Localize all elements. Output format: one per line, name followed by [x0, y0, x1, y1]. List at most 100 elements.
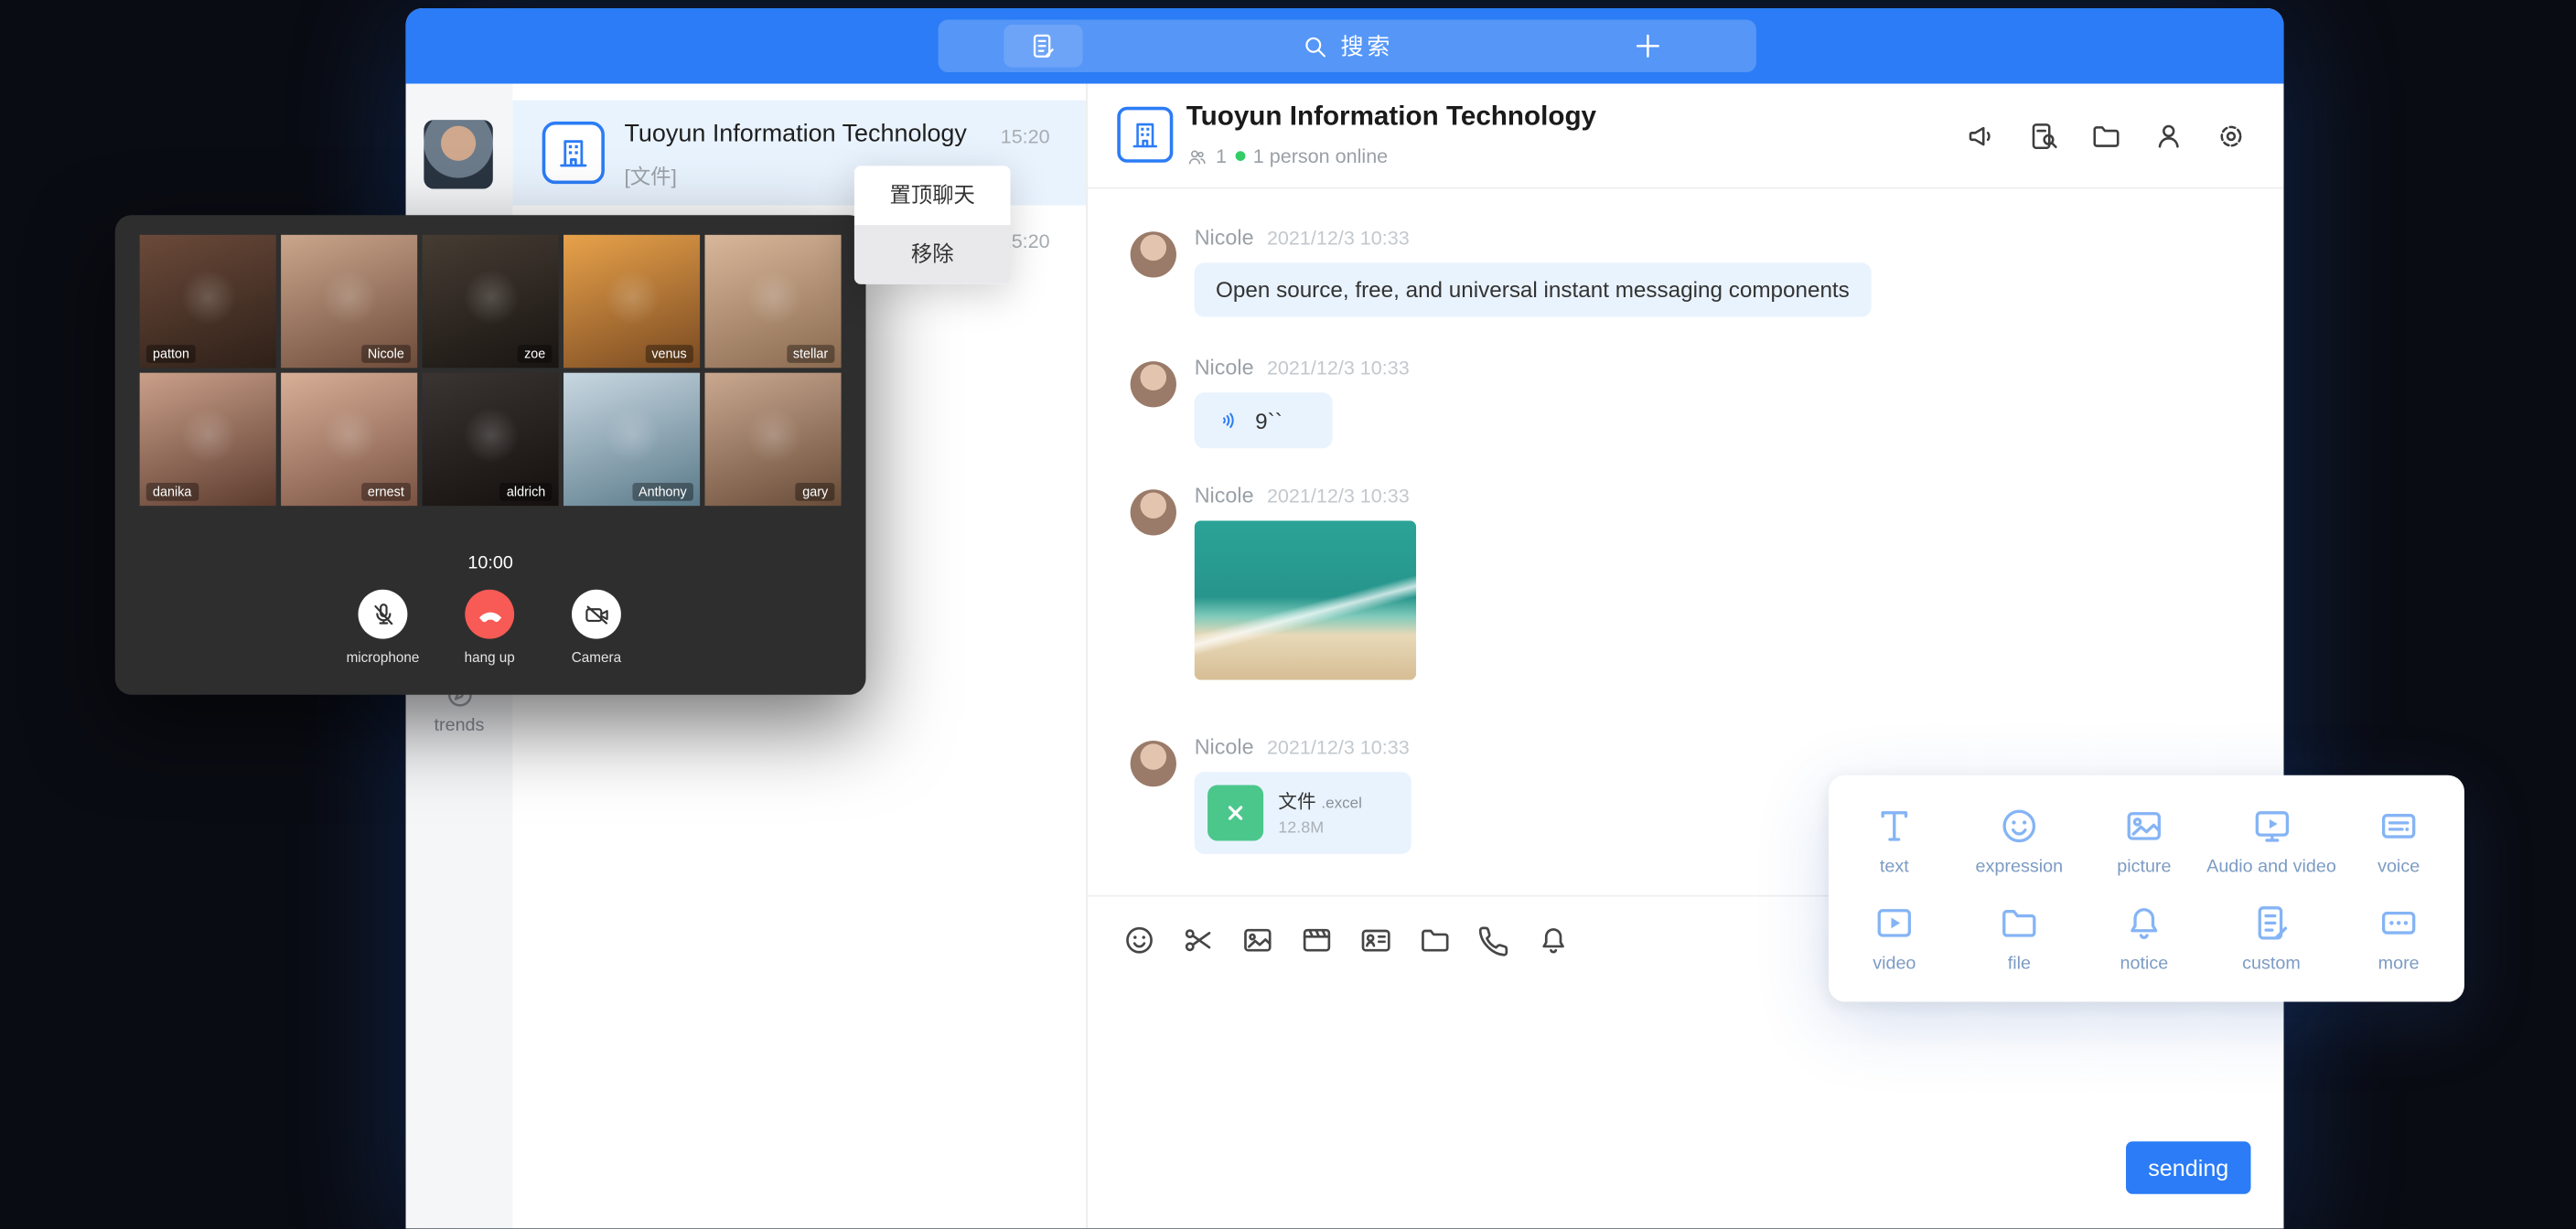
message-image: Nicole 2021/12/3 10:33 — [1131, 483, 1417, 680]
message-file: Nicole 2021/12/3 10:33 文件 .excel 12.8M — [1131, 734, 1411, 854]
avatar[interactable] — [424, 120, 492, 188]
feature-label: custom — [2242, 954, 2301, 974]
settings-gear-icon[interactable] — [2215, 120, 2248, 153]
image-attachment[interactable] — [1195, 520, 1416, 679]
conversation-time: 15:20 — [1001, 124, 1050, 147]
camera-toggle-button[interactable] — [572, 590, 621, 639]
group-icon — [542, 122, 605, 184]
video-call-overlay: patton Nicole zoe venus stellar danika e… — [115, 215, 866, 694]
search-history-icon[interactable] — [2027, 120, 2060, 153]
video-icon — [1873, 901, 1916, 944]
participant-tile: patton — [140, 235, 276, 368]
feature-video[interactable]: video — [1832, 889, 1958, 986]
participant-name: gary — [796, 483, 834, 501]
microphone-toggle-button[interactable] — [359, 590, 408, 639]
top-bar: 搜索 — [406, 8, 2284, 84]
contact-card-icon[interactable] — [1358, 923, 1393, 957]
participant-name: patton — [146, 345, 196, 363]
top-search-bar[interactable]: 搜索 — [939, 20, 1756, 72]
hang-up-icon — [474, 599, 505, 630]
feature-panel: text expression picture Audio and video … — [1829, 775, 2464, 1002]
message-text: Nicole 2021/12/3 10:33 Open source, free,… — [1131, 225, 1872, 317]
hang-up-button[interactable] — [465, 590, 514, 639]
feature-label: file — [2008, 954, 2031, 974]
feature-label: Audio and video — [2206, 857, 2336, 877]
send-button[interactable]: sending — [2126, 1141, 2250, 1193]
participant-tile: aldrich — [423, 373, 559, 506]
feature-more[interactable]: more — [2336, 889, 2462, 986]
avatar[interactable] — [1131, 741, 1176, 786]
feature-custom[interactable]: custom — [2206, 889, 2336, 986]
file-folder-icon[interactable] — [1418, 923, 1453, 957]
conversation-context-menu: 置顶聊天 移除 — [854, 166, 1011, 283]
camera-label: Camera — [531, 648, 662, 665]
sender-name: Nicole — [1195, 225, 1254, 250]
participant-name: venus — [645, 345, 693, 363]
participant-name: stellar — [787, 345, 835, 363]
participant-tile: stellar — [704, 235, 841, 368]
feature-label: text — [1880, 857, 1909, 877]
emoji-icon[interactable] — [1122, 923, 1157, 957]
feature-picture[interactable]: picture — [2082, 792, 2207, 889]
chat-subtitle: 1 1 person online — [1186, 144, 1388, 167]
notice-icon — [2123, 901, 2166, 944]
file-size: 12.8M — [1278, 819, 1362, 838]
participant-tile: Nicole — [281, 235, 417, 368]
video-clip-icon[interactable] — [1300, 923, 1335, 957]
message-time: 2021/12/3 10:33 — [1267, 485, 1410, 508]
participant-tile: zoe — [423, 235, 559, 368]
feature-file[interactable]: file — [1957, 889, 2082, 986]
search-label: 搜索 — [1341, 29, 1393, 62]
participant-tile: Anthony — [564, 373, 700, 506]
conversation-title: Tuoyun Information Technology — [624, 120, 966, 148]
notice-bell-icon[interactable] — [1536, 923, 1571, 957]
feature-audio-video[interactable]: Audio and video — [2206, 792, 2336, 889]
expression-icon — [1998, 804, 2041, 847]
sender-name: Nicole — [1195, 483, 1254, 508]
picture-icon — [2123, 804, 2166, 847]
participant-name: zoe — [518, 345, 553, 363]
chat-header-actions — [1965, 120, 2248, 153]
member-count: 1 — [1216, 144, 1227, 167]
sender-name: Nicole — [1195, 355, 1254, 379]
feature-expression[interactable]: expression — [1957, 792, 2082, 889]
voice-icon — [2377, 804, 2420, 847]
avatar[interactable] — [1131, 361, 1176, 407]
participant-name: aldrich — [500, 483, 553, 501]
camera-off-icon — [583, 600, 611, 628]
screen: 搜索 trends Tuoyun Information Technology … — [0, 0, 2576, 1228]
sender-name: Nicole — [1195, 734, 1254, 759]
files-icon[interactable] — [2090, 120, 2123, 153]
plus-icon[interactable] — [1631, 29, 1664, 62]
message-time: 2021/12/3 10:33 — [1267, 736, 1410, 759]
feature-voice[interactable]: voice — [2336, 792, 2462, 889]
call-phone-icon[interactable] — [1477, 923, 1512, 957]
feature-label: more — [2378, 954, 2420, 974]
menu-item-remove[interactable]: 移除 — [854, 225, 1011, 284]
participant-tile: gary — [704, 373, 841, 506]
announcement-icon[interactable] — [1965, 120, 1998, 153]
file-name: 文件 — [1278, 793, 1315, 813]
screenshot-scissors-icon[interactable] — [1181, 923, 1216, 957]
picture-icon[interactable] — [1240, 923, 1275, 957]
voice-bubble[interactable]: 9`` — [1195, 392, 1333, 448]
message-time: 2021/12/3 10:33 — [1267, 227, 1410, 250]
call-timer: 10:00 — [115, 553, 866, 573]
menu-item-pin[interactable]: 置顶聊天 — [854, 166, 1011, 225]
participant-tile: ernest — [281, 373, 417, 506]
avatar[interactable] — [1131, 489, 1176, 535]
text-bubble[interactable]: Open source, free, and universal instant… — [1195, 262, 1871, 316]
chat-header: Tuoyun Information Technology 1 1 person… — [1088, 84, 2283, 189]
feature-text[interactable]: text — [1832, 792, 1958, 889]
mic-muted-icon — [369, 600, 397, 628]
feature-notice[interactable]: notice — [2082, 889, 2207, 986]
online-status: 1 person online — [1253, 144, 1388, 167]
message-voice: Nicole2021/12/3 10:33 9`` — [1131, 355, 1410, 448]
avatar[interactable] — [1131, 231, 1176, 277]
online-dot — [1235, 151, 1245, 161]
members-icon[interactable] — [2152, 120, 2185, 153]
feature-label: voice — [2377, 857, 2420, 877]
participant-tile: venus — [564, 235, 700, 368]
file-attachment[interactable]: 文件 .excel 12.8M — [1195, 772, 1411, 854]
participant-name: danika — [146, 483, 199, 501]
